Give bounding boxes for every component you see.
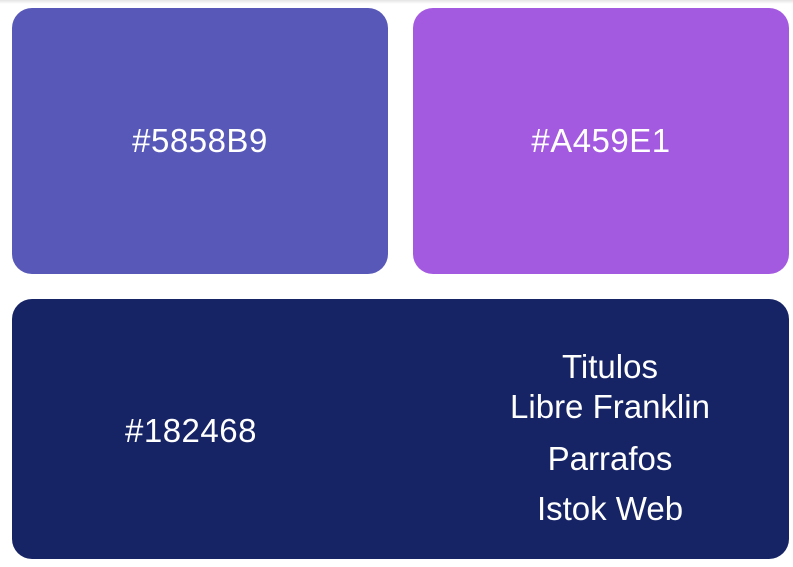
swatch-dark: #182468 Titulos Libre Franklin Parrafos … <box>12 299 789 559</box>
font-info: Titulos Libre Franklin Parrafos Istok We… <box>442 347 778 529</box>
swatch-hex-label: #A459E1 <box>531 122 671 159</box>
swatch-hex-label: #182468 <box>125 412 257 449</box>
top-shadow <box>0 0 793 4</box>
swatch-secondary: #A459E1 <box>413 8 789 274</box>
swatch-primary: #5858B9 <box>12 8 388 274</box>
titles-label: Titulos <box>562 348 658 385</box>
swatch-hex-label: #5858B9 <box>132 122 268 159</box>
titles-font: Libre Franklin <box>510 388 710 425</box>
paragraphs-label: Parrafos <box>547 440 673 477</box>
paragraphs-font: Istok Web <box>536 490 684 527</box>
